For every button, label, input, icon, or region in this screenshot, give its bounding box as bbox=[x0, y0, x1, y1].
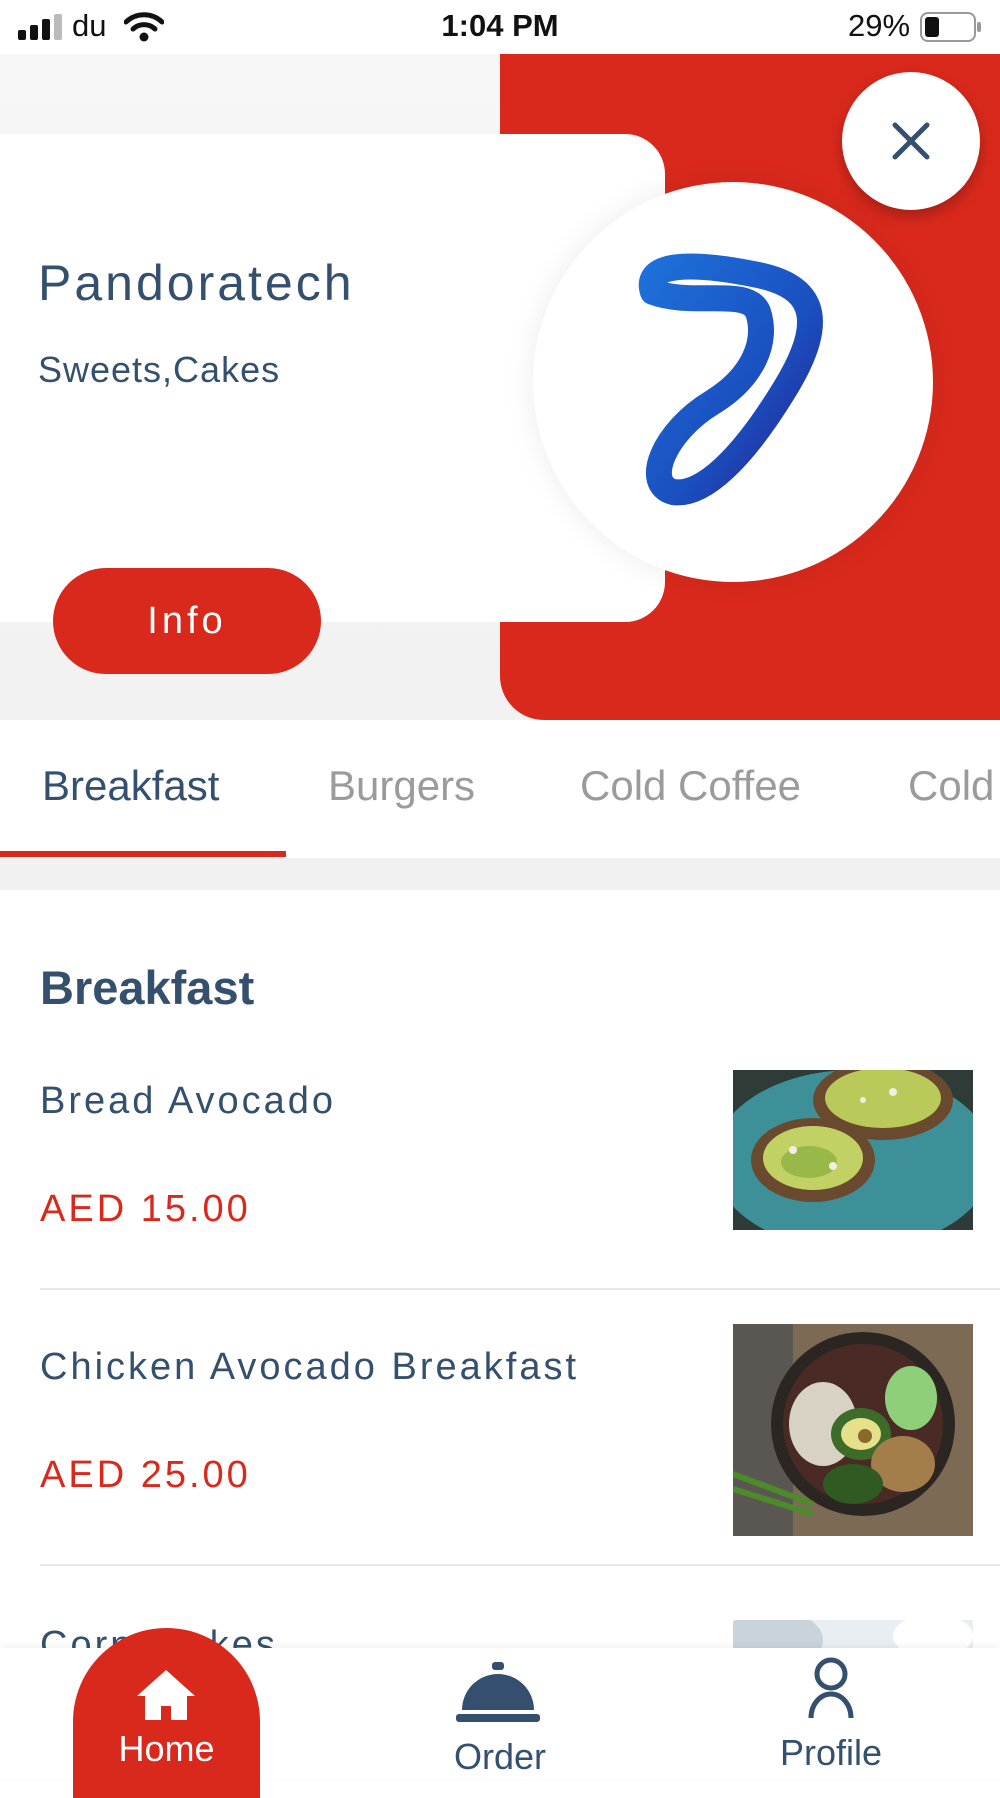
item-divider bbox=[40, 1288, 1000, 1290]
item-divider bbox=[40, 1564, 1000, 1566]
item-name: Chicken Avocado Breakfast bbox=[40, 1346, 580, 1388]
active-tab-indicator bbox=[0, 851, 286, 857]
battery-icon bbox=[920, 12, 981, 42]
item-name: Bread Avocado bbox=[40, 1080, 337, 1122]
tab-burgers[interactable]: Burgers bbox=[328, 762, 475, 810]
item-price: AED 25.00 bbox=[40, 1454, 251, 1496]
item-image bbox=[733, 1324, 973, 1536]
status-bar: du 1:04 PM 29% bbox=[0, 0, 1000, 54]
store-name: Pandoratech bbox=[38, 255, 355, 311]
section-title: Breakfast bbox=[40, 961, 255, 1014]
menu-item[interactable]: Chicken Avocado Breakfast AED 25.00 bbox=[0, 1324, 1000, 1578]
store-header: Pandoratech Sweets,Cakes Info bbox=[0, 54, 1000, 720]
corn-flakes-image bbox=[733, 1620, 973, 1650]
chicken-avocado-bowl-image bbox=[733, 1324, 973, 1536]
store-logo bbox=[533, 182, 933, 582]
service-bell-icon bbox=[456, 1662, 540, 1722]
nav-home-label: Home bbox=[118, 1728, 215, 1769]
menu-item[interactable]: Bread Avocado AED 15.00 bbox=[0, 1070, 1000, 1312]
tab-breakfast[interactable]: Breakfast bbox=[42, 762, 219, 810]
pandoratech-logo-icon bbox=[638, 253, 823, 506]
store-categories: Sweets,Cakes bbox=[38, 349, 281, 390]
nav-order-label: Order bbox=[453, 1736, 547, 1777]
menu-list: Breakfast Bread Avocado AED 15.00 Chicke… bbox=[0, 890, 1000, 1650]
battery-percent: 29% bbox=[848, 8, 911, 43]
section-divider bbox=[0, 858, 1000, 890]
nav-profile-label: Profile bbox=[779, 1732, 883, 1773]
bread-avocado-image bbox=[733, 1070, 973, 1230]
bottom-navigation: Home Order Profile bbox=[0, 1628, 1000, 1798]
nav-home[interactable]: Home bbox=[73, 1628, 260, 1798]
category-tabs: Breakfast Burgers Cold Coffee Cold bbox=[0, 720, 1000, 858]
close-icon bbox=[892, 122, 930, 160]
tab-cold-coffee[interactable]: Cold Coffee bbox=[580, 762, 801, 810]
close-button[interactable] bbox=[842, 72, 980, 210]
info-button[interactable]: Info bbox=[53, 568, 321, 674]
home-icon bbox=[137, 1670, 195, 1720]
item-price: AED 15.00 bbox=[40, 1188, 251, 1230]
profile-icon bbox=[808, 1657, 854, 1719]
item-image bbox=[733, 1620, 973, 1650]
tab-cold[interactable]: Cold bbox=[908, 762, 994, 810]
item-image bbox=[733, 1070, 973, 1230]
